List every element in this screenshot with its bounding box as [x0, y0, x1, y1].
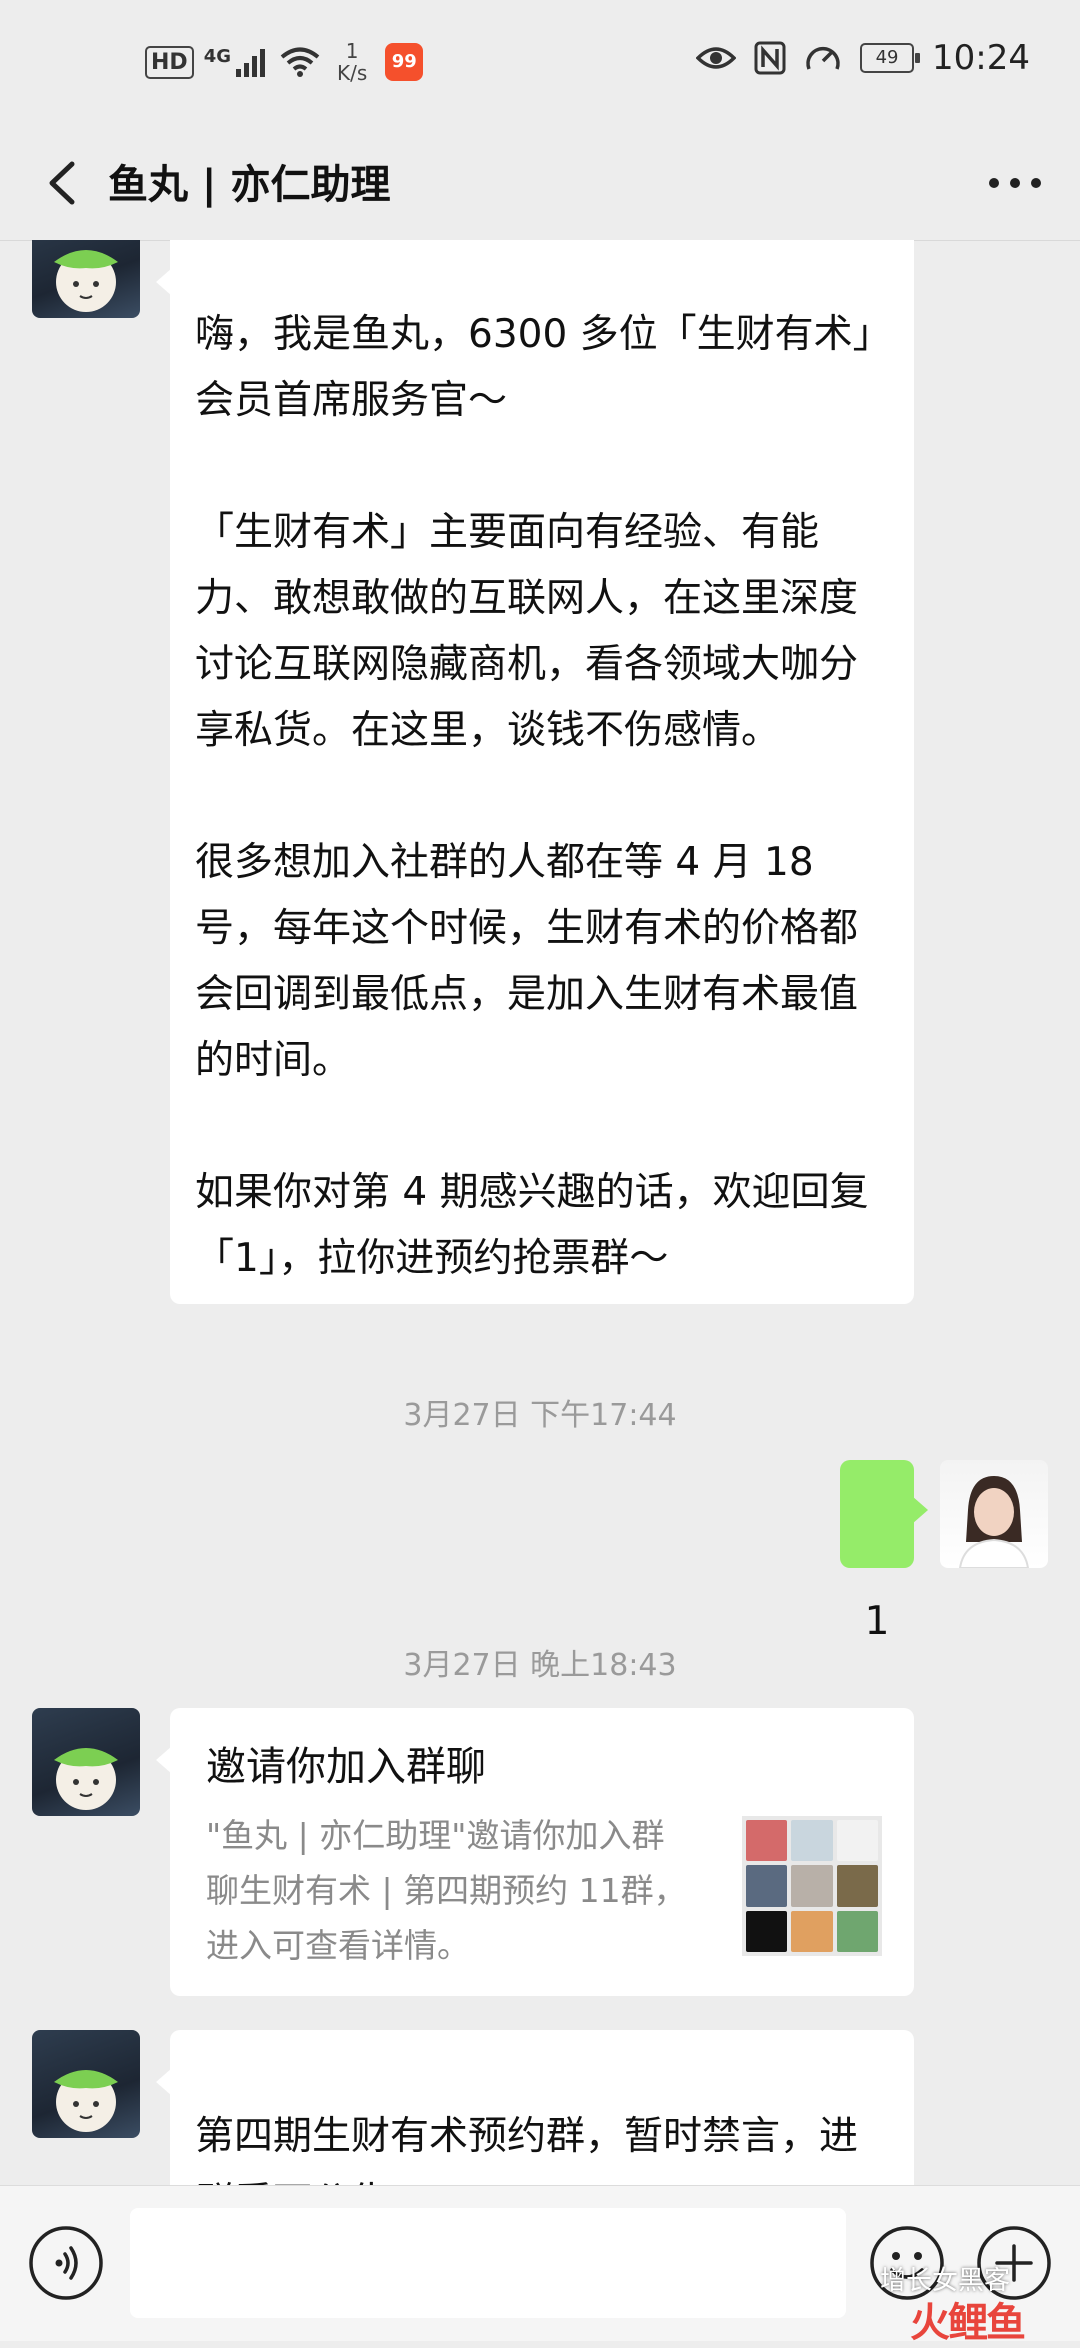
wifi-icon — [280, 47, 320, 77]
hd-badge: HD — [145, 45, 194, 79]
invite-card-description: "鱼丸 | 亦仁助理"邀请你加入群聊生财有术 | 第四期预约 11群，进入可查看… — [206, 1816, 687, 1965]
cartoon-avatar-icon — [54, 2070, 118, 2132]
voice-icon — [29, 2226, 103, 2300]
group-avatar-grid — [742, 1816, 882, 1956]
network-speed: 1 K/s — [337, 40, 367, 84]
message-timestamp: 3月27日 晚上18:43 — [403, 1648, 677, 1683]
network-type: 4G — [203, 45, 231, 67]
cartoon-avatar-icon — [54, 1748, 118, 1810]
contact-avatar[interactable] — [32, 1708, 140, 1816]
more-dots-icon — [989, 178, 1041, 188]
invite-card-title: 邀请你加入群聊 — [206, 1744, 486, 1790]
speed-unit: K/s — [337, 61, 368, 85]
message-bubble-received[interactable]: 第四期生财有术预约群，暂时禁言，进群看下公告～ — [156, 2030, 914, 2185]
contact-avatar[interactable] — [32, 240, 140, 318]
group-invite-card[interactable]: 邀请你加入群聊 "鱼丸 | 亦仁助理"邀请你加入群聊生财有术 | 第四期预约 1… — [156, 1708, 914, 1996]
message-text: 1 — [864, 1599, 890, 1644]
user-portrait-icon — [958, 1476, 1030, 1568]
chat-title: 鱼丸 | 亦仁助理 — [108, 162, 391, 208]
voice-input-button[interactable] — [27, 2224, 105, 2302]
more-options-button[interactable] — [970, 148, 1060, 218]
eye-icon — [696, 47, 737, 69]
message-bubble-received[interactable]: 嗨，我是鱼丸，6300 多位「生财有术」会员首席服务官～ 「生财有术」主要面向有… — [156, 240, 914, 1304]
app-notification-icon: 99 — [385, 43, 424, 81]
message-text: 第四期生财有术预约群，暂时禁言，进群看下公告～ — [195, 2114, 859, 2185]
status-bar: HD 4G 1 K/s 99 49 10:24 — [0, 0, 1080, 130]
contact-avatar[interactable] — [32, 2030, 140, 2138]
clock: 10:24 — [932, 38, 1030, 78]
back-button[interactable] — [30, 148, 100, 218]
speed-value: 1 — [345, 39, 359, 63]
cartoon-avatar-icon — [54, 250, 118, 312]
watermark-logo: 火鲤鱼 — [910, 2300, 1026, 2346]
chat-header: 鱼丸 | 亦仁助理 — [0, 130, 1080, 241]
status-left: HD 4G 1 K/s 99 — [145, 40, 424, 84]
chevron-left-icon — [49, 161, 75, 205]
signal-icon — [236, 49, 265, 77]
message-list[interactable]: 嗨，我是鱼丸，6300 多位「生财有术」会员首席服务官～ 「生财有术」主要面向有… — [0, 240, 1080, 2185]
user-avatar[interactable] — [940, 1460, 1048, 1568]
nfc-icon — [754, 41, 786, 75]
speedometer-icon — [806, 46, 840, 70]
message-bubble-sent[interactable]: 1 — [840, 1460, 928, 1644]
battery-icon: 49 — [860, 43, 921, 73]
message-input[interactable] — [130, 2208, 846, 2318]
message-timestamp: 3月27日 下午17:44 — [403, 1398, 677, 1433]
status-right: 49 10:24 — [696, 38, 1030, 78]
message-text: 嗨，我是鱼丸，6300 多位「生财有术」会员首席服务官～ 「生财有术」主要面向有… — [195, 312, 873, 1281]
